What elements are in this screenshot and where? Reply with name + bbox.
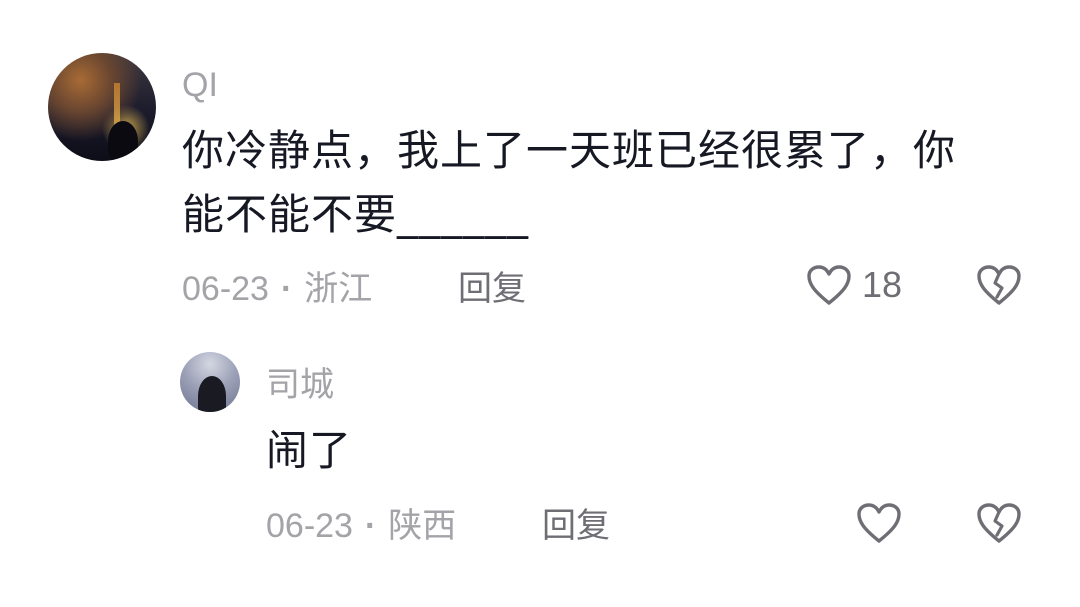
heart-outline-icon (856, 502, 902, 544)
comment-text-line1: 你冷静点，我上了一天班已经很累了，你 (182, 126, 957, 175)
reply-button[interactable]: 回复 (458, 272, 526, 306)
comment-text-line2: 能不能不要______ (182, 190, 530, 239)
broken-heart-icon (976, 502, 1022, 544)
heart-outline-icon (806, 264, 852, 306)
reply-username[interactable]: 司城 (266, 368, 334, 402)
dislike-button[interactable] (976, 502, 1022, 548)
meta-separator: · (280, 270, 293, 308)
avatar[interactable] (48, 53, 156, 161)
like-button[interactable]: 18 (806, 264, 902, 306)
reply-text: 闹了 (266, 426, 353, 475)
reply-date: 06-23 (266, 507, 353, 545)
reply-location: 陕西 (388, 507, 457, 545)
like-count: 18 (862, 264, 903, 305)
meta-separator: · (364, 507, 377, 545)
dislike-button[interactable] (976, 264, 1022, 310)
like-button[interactable] (856, 502, 902, 544)
avatar[interactable] (180, 352, 240, 412)
reply-meta: 06-23 · 陕西 (266, 509, 456, 543)
reply-button[interactable]: 回复 (542, 509, 610, 543)
comment-meta: 06-23 · 浙江 (182, 272, 372, 306)
broken-heart-icon (976, 264, 1022, 306)
comment-username[interactable]: QI (182, 68, 218, 102)
comment-location: 浙江 (304, 270, 373, 308)
comment-date: 06-23 (182, 270, 269, 308)
